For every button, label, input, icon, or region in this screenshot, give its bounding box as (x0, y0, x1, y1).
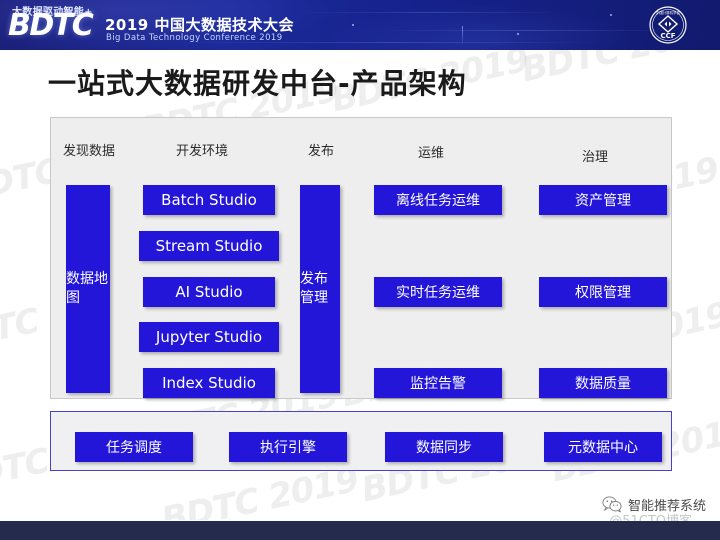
header-light-streak (300, 12, 560, 13)
svg-text:中国计算机学会: 中国计算机学会 (656, 10, 680, 15)
svg-text:CCF: CCF (660, 32, 675, 40)
header-light-beam (462, 26, 463, 46)
column-header-develop: 开发环境 (176, 144, 229, 159)
block-batch-studio[interactable]: Batch Studio (143, 185, 275, 215)
header-light-dot (517, 33, 519, 35)
block-monitor-alert[interactable]: 监控告警 (374, 368, 502, 398)
block-task-scheduling[interactable]: 任务调度 (75, 432, 193, 462)
block-permission-management[interactable]: 权限管理 (539, 277, 667, 307)
block-offline-task-ops[interactable]: 离线任务运维 (374, 185, 502, 215)
block-jupyter-studio[interactable]: Jupyter Studio (139, 322, 279, 352)
block-data-quality[interactable]: 数据质量 (539, 368, 667, 398)
header-light-dot (352, 24, 354, 26)
footer-bar (0, 521, 720, 540)
block-data-map[interactable]: 数据地图 (66, 185, 110, 393)
block-index-studio[interactable]: Index Studio (143, 368, 275, 398)
page-title: 一站式大数据研发中台-产品架构 (48, 67, 467, 100)
block-asset-management[interactable]: 资产管理 (539, 185, 667, 215)
conference-header-banner: 大数据驱动智能+ BDTC 2019 中国大数据技术大会 Big Data Te… (0, 0, 720, 50)
header-light-dot (610, 14, 612, 16)
block-metadata-center[interactable]: 元数据中心 (544, 432, 662, 462)
bdtc-wordmark: BDTC (8, 8, 94, 43)
conference-name-en: Big Data Technology Conference 2019 (106, 33, 283, 43)
block-ai-studio[interactable]: AI Studio (143, 277, 275, 307)
block-realtime-task-ops[interactable]: 实时任务运维 (374, 277, 502, 307)
column-header-ops: 运维 (418, 146, 445, 161)
conference-name-cn: 2019 中国大数据技术大会 (105, 16, 294, 34)
header-light-streak (380, 30, 680, 31)
watermark-text: BDTC 2019 (518, 50, 720, 91)
column-header-publish: 发布 (308, 144, 335, 159)
block-stream-studio[interactable]: Stream Studio (139, 231, 279, 261)
block-execution-engine[interactable]: 执行引擎 (229, 432, 347, 462)
ccf-logo-icon: CCF 中国计算机学会 (649, 6, 687, 44)
block-data-sync[interactable]: 数据同步 (385, 432, 503, 462)
block-publish-management[interactable]: 发布管理 (300, 185, 340, 393)
column-header-governance: 治理 (582, 150, 609, 165)
column-header-discover: 发现数据 (63, 144, 116, 159)
